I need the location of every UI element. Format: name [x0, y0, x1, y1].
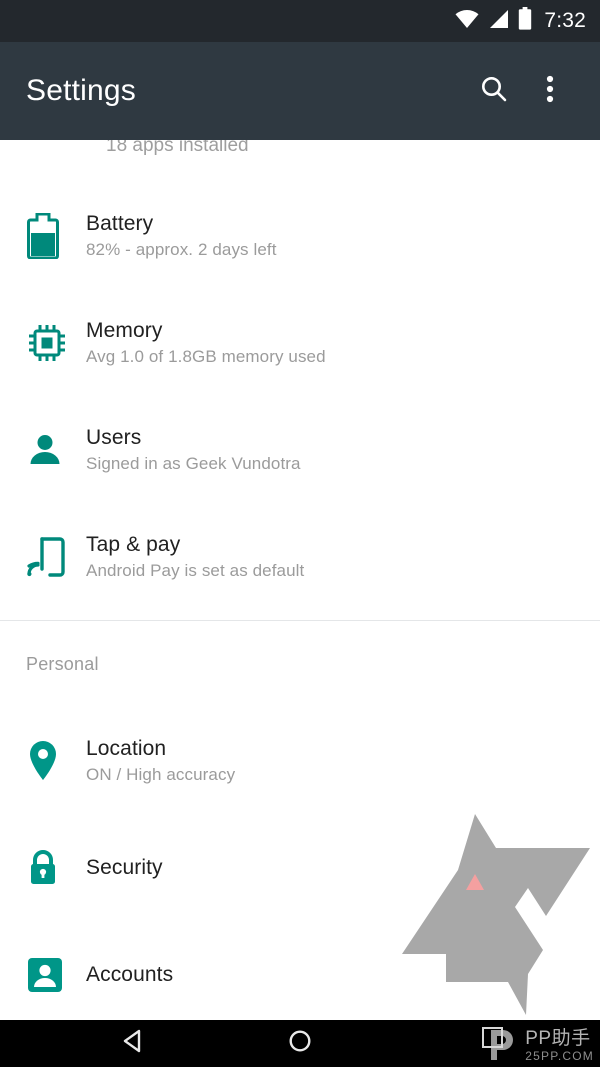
list-item-title: Location [86, 736, 167, 760]
app-bar: Settings [0, 42, 600, 140]
search-button[interactable] [466, 63, 522, 119]
list-item-battery[interactable]: Battery 82% - approx. 2 days left [0, 182, 600, 289]
list-item-text: Tap & pay Android Pay is set as default [86, 533, 304, 581]
list-item-security[interactable]: Security [0, 814, 600, 921]
section-header-personal: Personal [26, 653, 99, 674]
list-item-tap-and-pay[interactable]: Tap & pay Android Pay is set as default [0, 503, 600, 610]
settings-scroll-content[interactable]: 18 apps installed Battery 82% - approx. … [0, 42, 600, 1028]
overflow-menu-button[interactable] [522, 63, 578, 119]
cellular-signal-icon [488, 9, 509, 34]
tap-and-pay-icon [26, 533, 86, 581]
list-item-subtitle: Signed in as Geek Vundotra [86, 453, 301, 473]
status-bar-icons [455, 7, 532, 35]
pp-brand-url: 25PP.COM [525, 1049, 594, 1063]
list-item-location[interactable]: Location ON / High accuracy [0, 707, 600, 814]
wifi-icon [455, 9, 479, 34]
pp-logo-text: PP助手 25PP.COM [525, 1029, 594, 1064]
phone-screen: 7:32 18 apps installed Battery 82% - app… [0, 0, 600, 1067]
list-item-accounts[interactable]: Accounts [0, 921, 600, 1028]
location-pin-icon [26, 737, 86, 785]
lock-icon [26, 844, 86, 892]
status-bar-clock: 7:32 [544, 9, 586, 32]
memory-chip-icon [26, 319, 86, 367]
list-item-title: Tap & pay [86, 532, 181, 556]
list-item-text: Location ON / High accuracy [86, 737, 235, 785]
account-badge-icon [26, 951, 86, 999]
list-item-memory[interactable]: Memory Avg 1.0 of 1.8GB memory used [0, 289, 600, 396]
list-item-title: Battery [86, 211, 154, 235]
person-icon [26, 426, 86, 474]
pp-logo-mark-icon [479, 1024, 519, 1067]
list-item-subtitle: 82% - approx. 2 days left [86, 239, 277, 259]
back-triangle-icon [122, 1029, 144, 1058]
list-item-users[interactable]: Users Signed in as Geek Vundotra [0, 396, 600, 503]
list-item-title: Memory [86, 318, 163, 342]
overflow-menu-icon [546, 74, 554, 109]
list-item-text: Accounts [86, 963, 173, 987]
navigation-bar: PP助手 25PP.COM [0, 1020, 600, 1067]
list-item-text: Memory Avg 1.0 of 1.8GB memory used [86, 319, 326, 367]
list-item-text: Security [86, 856, 163, 880]
settings-list: Battery 82% - approx. 2 days left Memory… [0, 182, 600, 1028]
home-button[interactable] [272, 1020, 328, 1067]
list-item-subtitle: Avg 1.0 of 1.8GB memory used [86, 346, 326, 366]
battery-icon [518, 7, 532, 35]
status-bar: 7:32 [0, 0, 600, 42]
list-item-text: Users Signed in as Geek Vundotra [86, 426, 301, 474]
list-item-subtitle: Android Pay is set as default [86, 560, 305, 580]
list-item-text: Battery 82% - approx. 2 days left [86, 212, 277, 260]
search-icon [479, 74, 509, 109]
back-button[interactable] [105, 1020, 161, 1067]
list-item-title: Security [86, 855, 163, 879]
pp-brand-name: PP助手 [525, 1028, 591, 1049]
pp-assistant-watermark: PP助手 25PP.COM [479, 1024, 594, 1067]
list-item-title: Accounts [86, 962, 174, 986]
list-item-subtitle: ON / High accuracy [86, 764, 236, 784]
page-title: Settings [26, 74, 136, 107]
list-item-title: Users [86, 425, 142, 449]
home-circle-icon [288, 1029, 312, 1058]
battery-icon [26, 212, 86, 260]
